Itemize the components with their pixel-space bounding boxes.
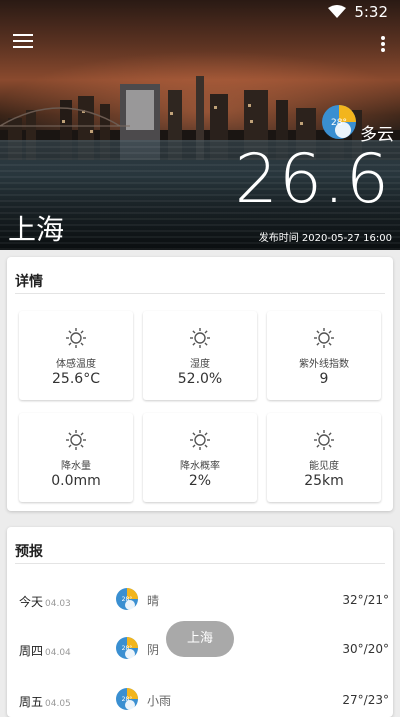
detail-feels-like: 体感温度 25.6°C: [19, 311, 133, 400]
status-time: 5:32: [354, 3, 388, 21]
weather-badge-text: 28°: [122, 596, 133, 603]
details-title: 详情: [15, 274, 43, 290]
detail-precipitation: 降水量 0.0mm: [19, 413, 133, 502]
weather-badge-text: 28°: [122, 696, 133, 703]
detail-precip-probability: 降水概率 2%: [143, 413, 257, 502]
forecast-date: 04.05: [45, 699, 71, 709]
forecast-date: 04.04: [45, 648, 71, 658]
detail-value: 25.6°C: [52, 371, 100, 387]
sun-icon: [66, 430, 86, 450]
forecast-day: 周五: [19, 695, 44, 709]
sun-icon: [314, 430, 334, 450]
weather-badge-text: 28°: [331, 118, 347, 128]
details-card: 详情 体感温度 25.6°C 湿度 52.0% 紫外线指数 9 降水量 0.0m…: [7, 257, 393, 511]
sun-icon: [66, 328, 86, 348]
forecast-condition: 阴: [147, 643, 160, 657]
detail-label: 能见度: [309, 461, 339, 472]
forecast-row-today[interactable]: 今天 04.03 28° 晴 32°/21°: [17, 587, 389, 617]
detail-value: 52.0%: [177, 371, 223, 387]
divider: [15, 563, 385, 564]
cloudy-weather-icon: 28°: [322, 105, 356, 139]
detail-value: 9: [319, 371, 329, 387]
forecast-day: 周四: [19, 644, 44, 658]
weather-icon: 28°: [116, 588, 138, 610]
detail-value: 2%: [188, 473, 212, 489]
current-temperature: 26.6: [234, 140, 390, 219]
divider: [15, 293, 385, 294]
detail-visibility: 能见度 25km: [267, 413, 381, 502]
weather-icon: 28°: [116, 688, 138, 710]
city-name: 上海: [8, 213, 65, 246]
sun-icon: [190, 328, 210, 348]
detail-label: 湿度: [190, 359, 210, 370]
forecast-temp-range: 30°/20°: [342, 642, 389, 656]
wifi-icon: [328, 5, 347, 18]
detail-value: 0.0mm: [51, 473, 101, 489]
detail-label: 紫外线指数: [299, 359, 349, 370]
weather-hero-header: 5:32 28° 多云 26.6 上海 发布时间 2020-05-27 16:0…: [0, 0, 400, 250]
forecast-date: 04.03: [45, 599, 71, 609]
forecast-day: 今天: [19, 595, 44, 609]
detail-value: 25km: [304, 473, 344, 489]
more-options-icon[interactable]: [380, 36, 386, 52]
menu-icon[interactable]: [13, 34, 33, 50]
weather-icon: 28°: [116, 637, 138, 659]
publish-time: 发布时间 2020-05-27 16:00: [258, 233, 392, 244]
forecast-condition: 晴: [147, 594, 160, 608]
sun-icon: [314, 328, 334, 348]
sun-icon: [190, 430, 210, 450]
detail-label: 降水概率: [180, 461, 220, 472]
weather-badge-text: 28°: [122, 645, 133, 652]
forecast-temp-range: 27°/23°: [342, 693, 389, 707]
detail-label: 体感温度: [56, 359, 96, 370]
detail-humidity: 湿度 52.0%: [143, 311, 257, 400]
detail-uv-index: 紫外线指数 9: [267, 311, 381, 400]
forecast-title: 预报: [15, 544, 43, 560]
forecast-temp-range: 32°/21°: [342, 593, 389, 607]
status-bar: 5:32: [328, 0, 400, 24]
detail-label: 降水量: [61, 461, 91, 472]
forecast-row-fri[interactable]: 周五 04.05 28° 小雨 27°/23°: [17, 687, 389, 717]
forecast-condition: 小雨: [147, 694, 172, 708]
toast-message: 上海: [166, 621, 234, 657]
